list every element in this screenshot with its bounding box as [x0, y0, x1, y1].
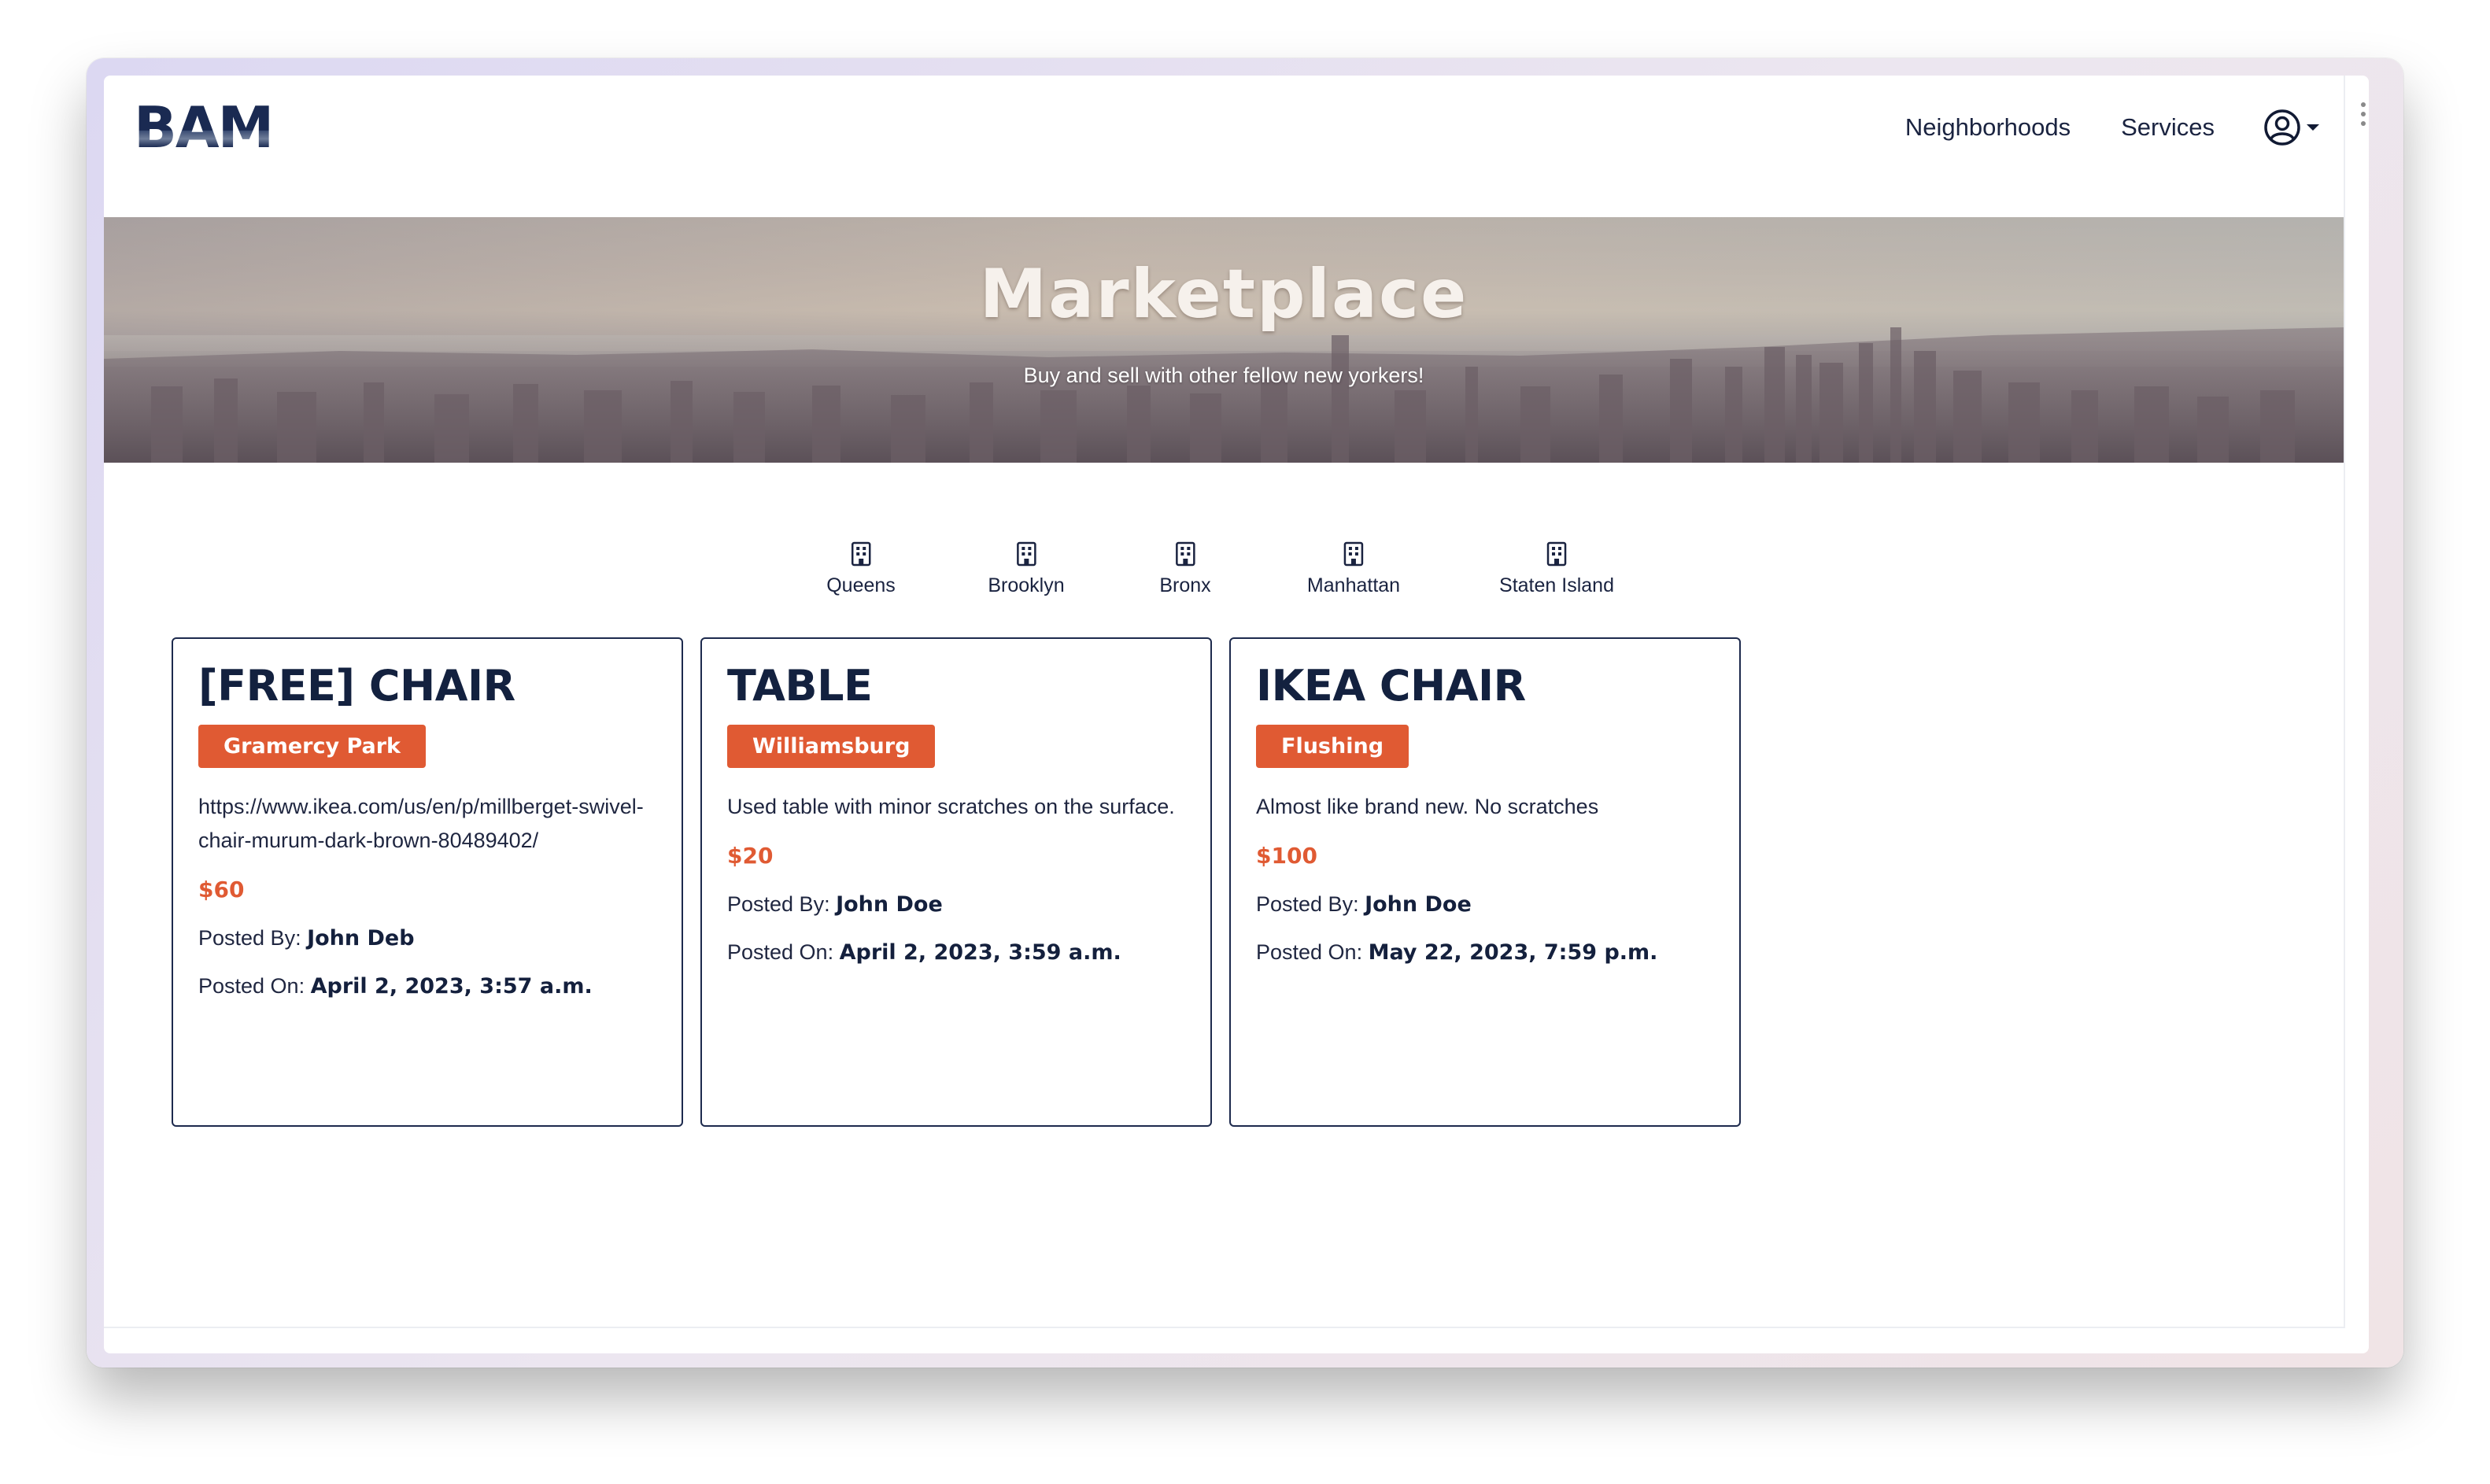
listing-price: $100 [1256, 843, 1317, 869]
borough-filter-staten-island[interactable]: Staten Island [1499, 541, 1614, 597]
posted-by-name: John Doe [1365, 892, 1472, 917]
nav-link-services[interactable]: Services [2121, 113, 2215, 142]
borough-filter-bronx[interactable]: Bronx [1159, 541, 1211, 597]
posted-by: Posted By: John Deb [198, 926, 656, 951]
listing-description: https://www.ikea.com/us/en/p/millberget-… [198, 795, 644, 853]
posted-by-label: Posted By: [727, 892, 837, 917]
posted-on: Posted On: April 2, 2023, 3:57 a.m. [198, 974, 656, 999]
building-icon [1175, 541, 1195, 567]
brand-logo[interactable]: BAM [134, 99, 274, 156]
hero-banner: Marketplace Buy and sell with other fell… [104, 217, 2344, 463]
building-icon [851, 541, 871, 567]
posted-on-label: Posted On: [198, 974, 311, 999]
posted-by: Posted By: John Doe [727, 892, 1185, 917]
building-icon [1016, 541, 1036, 567]
posted-by-label: Posted By: [1256, 892, 1365, 917]
page-title: Marketplace [979, 255, 1469, 334]
posted-on-date: April 2, 2023, 3:59 a.m. [839, 940, 1121, 965]
city-skyline-image [104, 327, 2344, 463]
browser-window: BAM Neighborhoods Services Marketplace B… [104, 76, 2369, 1353]
borough-label: Manhattan [1306, 574, 1401, 596]
borough-label: Queens [826, 574, 896, 596]
borough-label: Brooklyn [988, 574, 1065, 596]
content-edge [2344, 76, 2345, 1328]
chevron-down-icon [2307, 124, 2319, 131]
posted-by: Posted By: John Doe [1256, 892, 1714, 917]
posted-on-label: Posted On: [1256, 940, 1369, 965]
posted-on-label: Posted On: [727, 940, 840, 965]
browser-window-frame: BAM Neighborhoods Services Marketplace B… [87, 58, 2403, 1368]
borough-filter-brooklyn[interactable]: Brooklyn [988, 541, 1065, 597]
listing-title: IKEA CHAIR [1256, 661, 1526, 711]
listing-price: $20 [727, 843, 774, 869]
posted-on: Posted On: April 2, 2023, 3:59 a.m. [727, 940, 1185, 965]
borough-label: Staten Island [1499, 574, 1614, 596]
building-icon [1343, 541, 1364, 567]
nav-links: Neighborhoods Services [1855, 109, 2339, 146]
neighborhood-badge[interactable]: Gramercy Park [198, 725, 427, 769]
borough-filter-bar: Queens Brooklyn Bronx Manhattan Staten I… [104, 541, 2344, 612]
posted-on-date: May 22, 2023, 7:59 p.m. [1368, 940, 1658, 965]
page-subtitle: Buy and sell with other fellow new yorke… [1023, 364, 1424, 387]
listing-price: $60 [198, 877, 245, 903]
posted-on: Posted On: May 22, 2023, 7:59 p.m. [1256, 940, 1714, 965]
posted-on-date: April 2, 2023, 3:57 a.m. [310, 974, 593, 999]
neighborhood-badge[interactable]: Williamsburg [727, 725, 936, 769]
listing-description: Used table with minor scratches on the s… [727, 795, 1175, 819]
listing-card[interactable]: [FREE] CHAIR Gramercy Park https://www.i… [172, 637, 683, 1127]
posted-by-name: John Doe [836, 892, 943, 917]
listing-title: [FREE] CHAIR [198, 661, 515, 711]
profile-dropdown[interactable] [2263, 109, 2320, 146]
borough-filter-queens[interactable]: Queens [826, 541, 896, 597]
navbar: BAM Neighborhoods Services [104, 76, 2369, 179]
borough-label: Bronx [1159, 574, 1211, 596]
listing-card[interactable]: IKEA CHAIR Flushing Almost like brand ne… [1229, 637, 1741, 1127]
nav-link-neighborhoods[interactable]: Neighborhoods [1905, 113, 2071, 142]
building-icon [1546, 541, 1567, 567]
footer-divider [104, 1327, 2344, 1328]
posted-by-name: John Deb [307, 926, 415, 951]
listing-card[interactable]: TABLE Williamsburg Used table with minor… [700, 637, 1212, 1127]
posted-by-label: Posted By: [198, 926, 308, 951]
listing-title: TABLE [727, 661, 873, 711]
neighborhood-badge[interactable]: Flushing [1256, 725, 1409, 769]
listing-description: Almost like brand new. No scratches [1256, 795, 1599, 819]
user-circle-icon [2264, 109, 2300, 146]
borough-filter-manhattan[interactable]: Manhattan [1307, 541, 1400, 597]
